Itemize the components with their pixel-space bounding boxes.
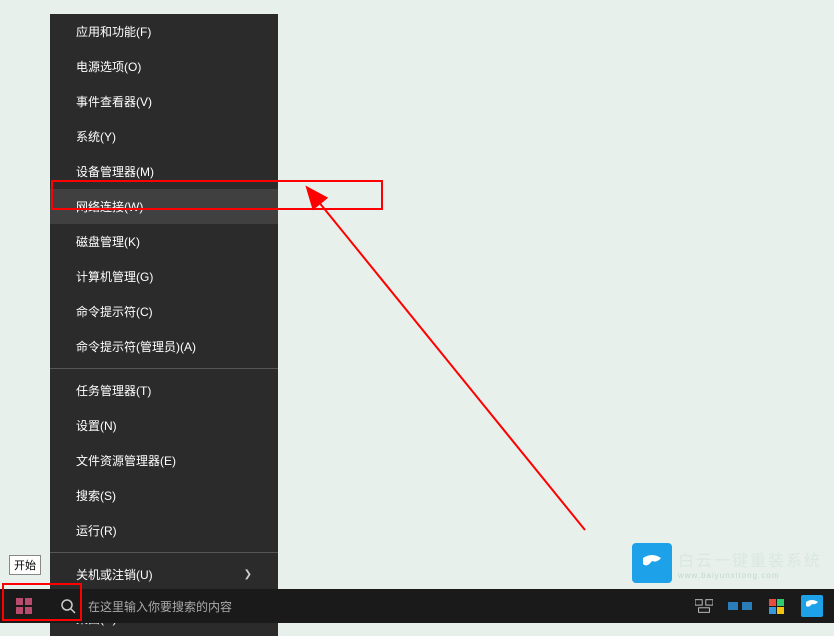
menu-cmd-admin[interactable]: 命令提示符(管理员)(A) [50,329,278,364]
watermark: 白云一键重装系统 www.baiyunxitong.com [632,543,822,583]
menu-label: 文件资源管理器(E) [76,452,176,469]
menu-event-viewer[interactable]: 事件查看器(V) [50,84,278,119]
app-icon [728,598,752,614]
menu-label: 设备管理器(M) [76,163,154,180]
task-view-icon [695,599,713,613]
menu-label: 任务管理器(T) [76,382,151,399]
taskbar-search[interactable]: 在这里输入你要搜索的内容 [48,598,690,615]
menu-label: 磁盘管理(K) [76,233,140,250]
menu-separator [50,368,278,369]
watermark-subtitle: www.baiyunxitong.com [678,571,822,580]
menu-run[interactable]: 运行(R) [50,513,278,548]
menu-power-options[interactable]: 电源选项(O) [50,49,278,84]
menu-separator [50,552,278,553]
menu-device-manager[interactable]: 设备管理器(M) [50,154,278,189]
menu-label: 计算机管理(G) [76,268,153,285]
menu-label: 运行(R) [76,522,117,539]
color-grid-icon [769,599,784,614]
taskbar-app-2[interactable] [762,592,790,620]
winx-context-menu: 应用和功能(F) 电源选项(O) 事件查看器(V) 系统(Y) 设备管理器(M)… [50,14,278,636]
start-button[interactable] [0,589,48,623]
taskbar-right [690,592,834,620]
taskbar: 在这里输入你要搜索的内容 [0,589,834,623]
menu-cmd[interactable]: 命令提示符(C) [50,294,278,329]
menu-file-explorer[interactable]: 文件资源管理器(E) [50,443,278,478]
search-icon [60,598,76,614]
chevron-right-icon: ❯ [244,569,252,580]
menu-label: 事件查看器(V) [76,93,152,110]
menu-label: 关机或注销(U) [76,566,153,583]
search-placeholder: 在这里输入你要搜索的内容 [88,598,232,615]
menu-disk-management[interactable]: 磁盘管理(K) [50,224,278,259]
task-view-button[interactable] [690,592,718,620]
menu-label: 命令提示符(管理员)(A) [76,338,196,355]
watermark-title: 白云一键重装系统 [678,547,822,571]
menu-system[interactable]: 系统(Y) [50,119,278,154]
taskbar-app-3[interactable] [798,592,826,620]
app-icon [801,595,823,617]
menu-label: 设置(N) [76,417,117,434]
menu-task-manager[interactable]: 任务管理器(T) [50,373,278,408]
watermark-logo-icon [632,543,672,583]
menu-shutdown-signout[interactable]: 关机或注销(U) ❯ [50,557,278,592]
menu-computer-management[interactable]: 计算机管理(G) [50,259,278,294]
menu-label: 搜索(S) [76,487,116,504]
menu-settings[interactable]: 设置(N) [50,408,278,443]
taskbar-app-1[interactable] [726,592,754,620]
menu-network-connections[interactable]: 网络连接(W) [50,189,278,224]
menu-apps-features[interactable]: 应用和功能(F) [50,14,278,49]
menu-label: 系统(Y) [76,128,116,145]
menu-label: 电源选项(O) [76,58,141,75]
menu-label: 应用和功能(F) [76,23,151,40]
menu-label: 网络连接(W) [76,198,143,215]
menu-label: 命令提示符(C) [76,303,153,320]
windows-logo-icon [16,598,32,614]
menu-search[interactable]: 搜索(S) [50,478,278,513]
start-tooltip: 开始 [9,555,41,575]
